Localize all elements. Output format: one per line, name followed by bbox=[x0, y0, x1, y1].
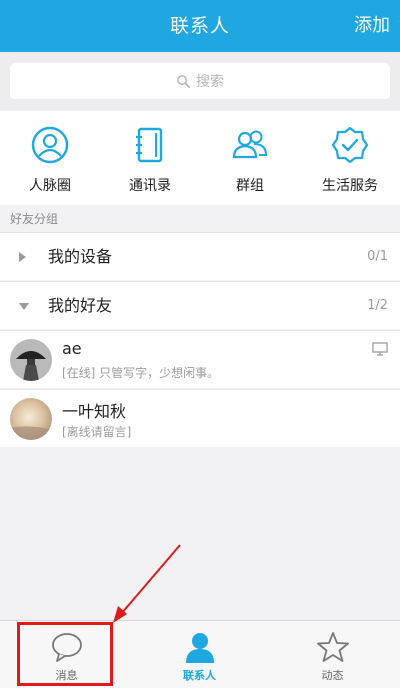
quick-entry-contacts-circle[interactable]: 人脉圈 bbox=[0, 111, 100, 205]
tab-label: 动态 bbox=[321, 669, 344, 682]
quick-entry-life-service[interactable]: 生活服务 bbox=[300, 111, 400, 205]
friend-name: 一叶知秋 bbox=[62, 402, 127, 421]
quick-entry-label: 生活服务 bbox=[322, 178, 378, 194]
avatar bbox=[10, 339, 52, 381]
group-name: 我的好友 bbox=[48, 296, 113, 315]
person-icon bbox=[186, 633, 214, 663]
friend-signature: [在线] 只管写字，少想闲事。 bbox=[62, 366, 220, 380]
chat-bubble-icon bbox=[52, 633, 82, 662]
tab-moments[interactable]: 动态 bbox=[266, 621, 399, 688]
section-label-friend-groups: 好友分组 bbox=[10, 212, 59, 226]
top-bar: 联系人 添加 bbox=[0, 0, 400, 52]
group-icon bbox=[232, 130, 268, 159]
avatar bbox=[10, 398, 52, 440]
group-name: 我的设备 bbox=[48, 247, 113, 266]
add-button[interactable]: 添加 bbox=[354, 0, 390, 52]
search-icon bbox=[177, 74, 190, 88]
service-badge-icon bbox=[331, 126, 369, 164]
search-area: 搜索 bbox=[0, 52, 400, 111]
bottom-tab-bar: 消息 联系人 动态 bbox=[0, 620, 400, 688]
group-row-devices[interactable]: 我的设备 0/1 bbox=[0, 232, 400, 280]
star-icon bbox=[317, 632, 349, 662]
address-book-icon bbox=[136, 127, 163, 163]
tab-label: 联系人 bbox=[183, 669, 216, 682]
quick-entry-row: 人脉圈 通讯录 群组 生活服务 bbox=[0, 111, 400, 205]
page-title: 联系人 bbox=[169, 15, 230, 37]
quick-entry-label: 通讯录 bbox=[129, 178, 171, 194]
group-count: 0/1 bbox=[367, 249, 388, 264]
tab-messages[interactable]: 消息 bbox=[0, 621, 133, 688]
tab-contacts[interactable]: 联系人 bbox=[133, 621, 266, 688]
friend-row-yiyezhiqiu[interactable]: 一叶知秋 [离线请留言] bbox=[0, 389, 400, 447]
friend-signature: [离线请留言] bbox=[62, 425, 132, 439]
expanded-arrow-icon bbox=[19, 303, 29, 310]
quick-entry-label: 人脉圈 bbox=[29, 178, 71, 194]
search-placeholder: 搜索 bbox=[196, 74, 224, 90]
friend-name: ae bbox=[62, 339, 82, 358]
quick-entry-address-book[interactable]: 通讯录 bbox=[100, 111, 200, 205]
tab-label: 消息 bbox=[55, 669, 78, 682]
friend-row-ae[interactable]: ae [在线] 只管写字，少想闲事。 bbox=[0, 330, 400, 388]
group-row-friends[interactable]: 我的好友 1/2 bbox=[0, 281, 400, 329]
quick-entry-group[interactable]: 群组 bbox=[200, 111, 300, 205]
group-count: 1/2 bbox=[367, 298, 388, 313]
search-input[interactable]: 搜索 bbox=[10, 63, 390, 99]
collapsed-arrow-icon bbox=[19, 252, 26, 262]
quick-entry-label: 群组 bbox=[236, 178, 264, 194]
computer-icon bbox=[372, 342, 388, 356]
contacts-circle-icon bbox=[31, 126, 69, 164]
